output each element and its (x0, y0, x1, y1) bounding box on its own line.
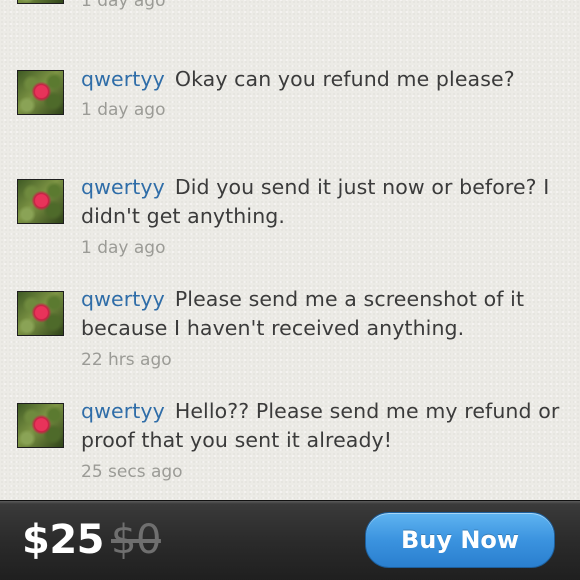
timestamp: 1 day ago (81, 100, 166, 120)
avatar[interactable] (17, 70, 64, 115)
timestamp: 25 secs ago (81, 462, 183, 482)
comment-text: qwertyy Did you send it just now or befor… (81, 173, 561, 231)
comment-text: qwertyy Please send me a screenshot of it… (81, 285, 561, 343)
username-link[interactable]: qwertyy (81, 399, 165, 423)
comment-text: qwertyy Okay can you refund me please? (81, 65, 561, 94)
username-link[interactable]: qwertyy (81, 67, 165, 91)
purchase-bar: $25 $0 Buy Now (0, 500, 580, 580)
comment-text: qwertyy Hello?? Please send me my refund … (81, 397, 561, 455)
avatar[interactable] (17, 0, 64, 4)
comment-feed[interactable]: 1 day ago qwertyy Okay can you refund me … (0, 0, 580, 500)
avatar[interactable] (17, 179, 64, 224)
comment-body: Okay can you refund me please? (174, 67, 515, 91)
buy-now-button[interactable]: Buy Now (365, 512, 555, 568)
price: $25 (22, 517, 105, 563)
timestamp: 1 day ago (81, 0, 166, 11)
avatar[interactable] (17, 291, 64, 336)
original-price: $0 (111, 517, 161, 563)
avatar[interactable] (17, 403, 64, 448)
timestamp: 1 day ago (81, 238, 166, 258)
username-link[interactable]: qwertyy (81, 287, 165, 311)
timestamp: 22 hrs ago (81, 350, 172, 370)
username-link[interactable]: qwertyy (81, 175, 165, 199)
